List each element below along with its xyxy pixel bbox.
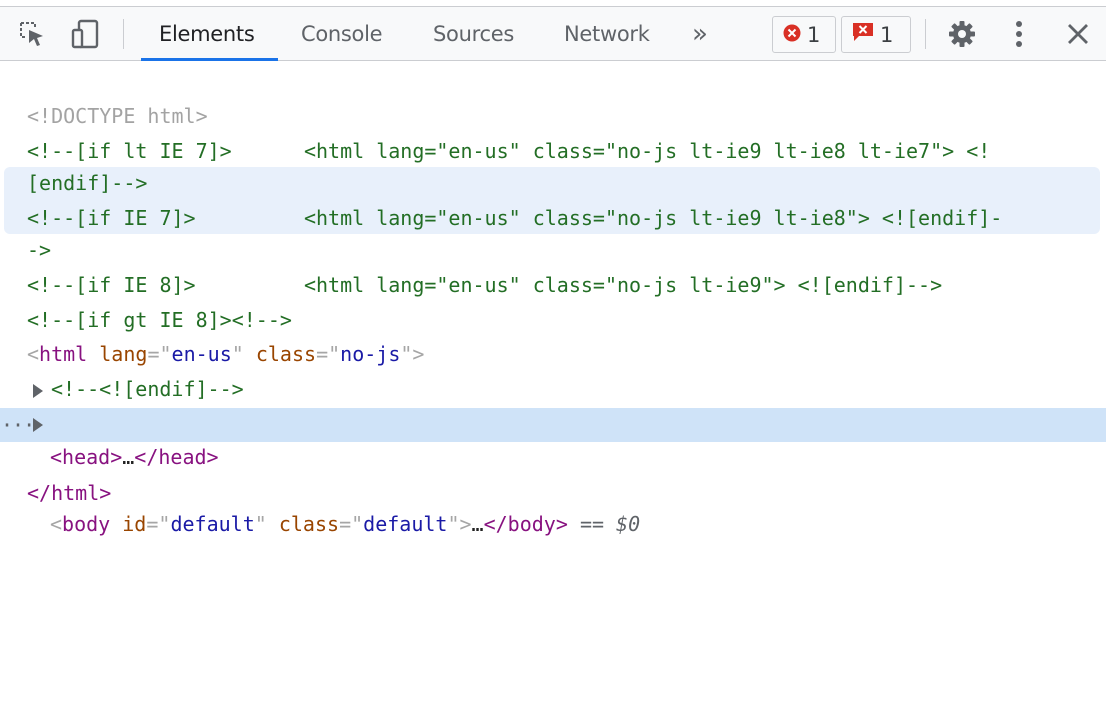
- comment-node[interactable]: <!--[if IE 7]> <html lang="en-us" class=…: [0, 169, 1106, 230]
- issue-count: 1: [880, 22, 894, 47]
- active-tab-indicator: [141, 58, 278, 61]
- comment-node-wrap: [endif]-->: [0, 134, 1106, 195]
- error-counter[interactable]: 1: [772, 16, 836, 53]
- devtools-toolbar: Elements Console Sources Network » 1 1: [0, 6, 1106, 61]
- kebab-menu-icon[interactable]: [1004, 7, 1034, 60]
- doctype-node[interactable]: <!DOCTYPE html>: [0, 67, 1106, 128]
- html-close-tag[interactable]: </html>: [0, 444, 1106, 505]
- html-close-text: </html>: [27, 481, 112, 505]
- tab-elements[interactable]: Elements: [157, 7, 256, 60]
- body-tag-text: <body id="default" class="default">…</bo…: [50, 512, 641, 536]
- comment-node-wrap: ->: [0, 201, 1106, 262]
- gear-icon[interactable]: [944, 7, 980, 60]
- issues-counter[interactable]: 1: [841, 16, 911, 53]
- head-node[interactable]: <head>…</head>: [0, 375, 1106, 469]
- comment-node[interactable]: <!--[if IE 8]> <html lang="en-us" class=…: [0, 236, 1106, 297]
- node-actions-icon[interactable]: ···: [1, 409, 35, 442]
- selected-node-marker: == $0: [579, 512, 641, 536]
- comment-node[interactable]: <!--<![endif]-->: [0, 340, 1106, 401]
- tab-console[interactable]: Console: [299, 7, 384, 60]
- expand-triangle-icon[interactable]: [33, 384, 43, 398]
- comment-node[interactable]: <!--[if lt IE 7]> <html lang="en-us" cla…: [0, 102, 1106, 163]
- error-icon: [783, 23, 801, 47]
- html-open-tag[interactable]: <html lang="en-us" class="no-js">: [0, 305, 1106, 366]
- device-toolbar-icon[interactable]: [66, 7, 104, 60]
- tab-sources[interactable]: Sources: [431, 7, 516, 60]
- issue-icon: [852, 22, 874, 47]
- body-node[interactable]: ··· <body id="default" class="default">……: [0, 409, 1106, 536]
- close-icon[interactable]: [1060, 7, 1096, 60]
- inspect-element-icon[interactable]: [14, 7, 50, 60]
- error-count: 1: [807, 22, 821, 47]
- tab-network[interactable]: Network: [562, 7, 652, 60]
- more-tabs-button[interactable]: »: [692, 7, 708, 60]
- toolbar-divider: [123, 19, 124, 49]
- toolbar-divider: [925, 19, 926, 49]
- expand-triangle-icon[interactable]: [33, 418, 43, 432]
- comment-node[interactable]: <!--[if gt IE 8]><!-->: [0, 271, 1106, 332]
